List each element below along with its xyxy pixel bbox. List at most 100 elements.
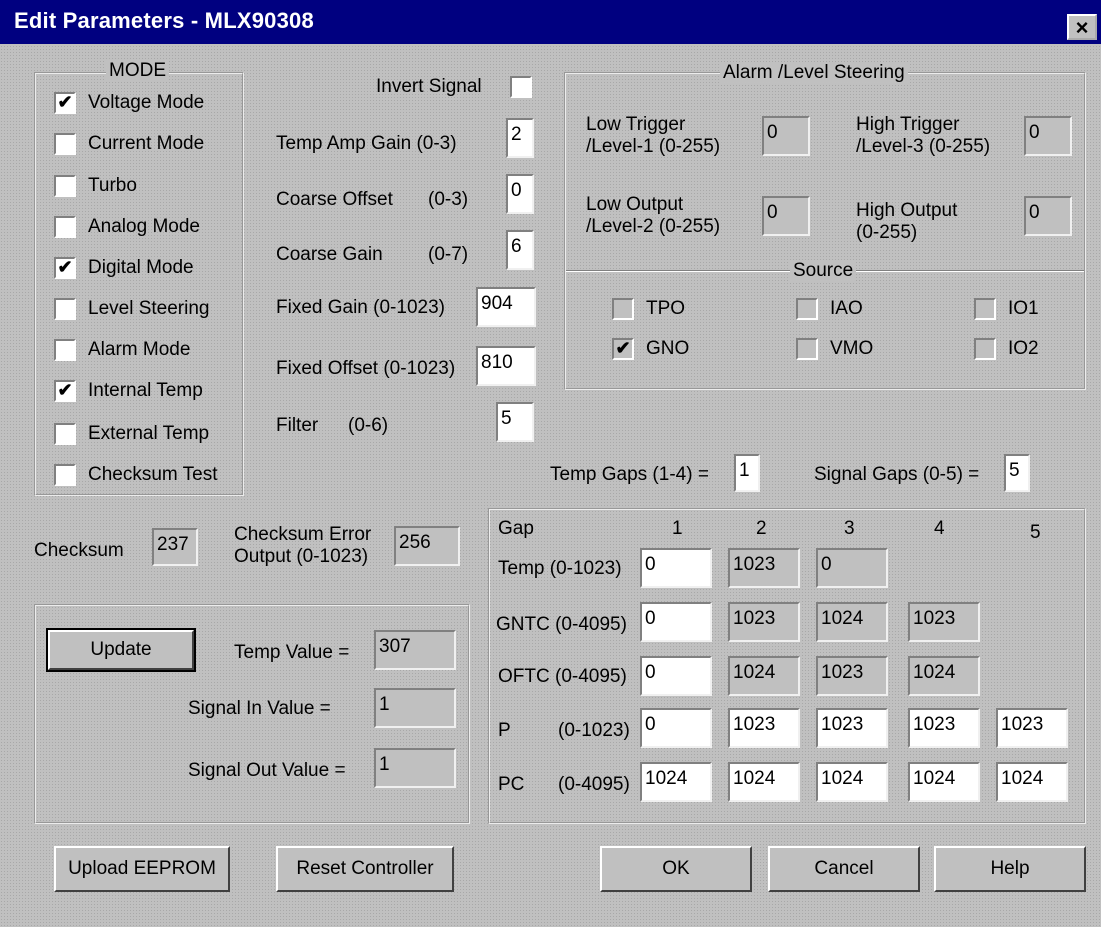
checksum-error-line2: Output (0-1023) <box>234 545 369 567</box>
pc-gap-1-field[interactable]: 1024 <box>640 762 712 802</box>
help-label: Help <box>990 858 1030 879</box>
invert-signal-checkbox[interactable] <box>510 76 532 98</box>
signal-gaps-field[interactable]: 5 <box>1004 454 1030 492</box>
turbo-label: Turbo <box>88 175 137 196</box>
gap-row-oftc-label: OFTC (0-4095) <box>498 666 627 687</box>
current-mode-label: Current Mode <box>88 133 205 154</box>
analog-mode-checkbox[interactable] <box>54 216 76 238</box>
gntc-gap-4-field[interactable]: 1023 <box>908 602 980 642</box>
source-io2-label: IO2 <box>1008 338 1039 359</box>
update-button[interactable]: Update <box>46 628 196 672</box>
voltage-mode-checkbox[interactable]: ✔ <box>54 92 76 114</box>
source-vmo-checkbox[interactable] <box>796 338 818 360</box>
gap-col-1: 1 <box>672 518 683 539</box>
high-trigger-line2: /Level-3 (0-255) <box>856 135 991 157</box>
gap-header: Gap <box>498 518 534 539</box>
gap-row-p-label: P <box>498 720 511 741</box>
oftc-gap-2-field[interactable]: 1024 <box>728 656 800 696</box>
signal-in-value-field: 1 <box>374 688 456 728</box>
invert-signal-label: Invert Signal <box>376 76 482 97</box>
turbo-checkbox[interactable] <box>54 175 76 197</box>
low-trigger-field[interactable]: 0 <box>762 116 810 156</box>
pc-gap-5-field[interactable]: 1024 <box>996 762 1068 802</box>
current-mode-checkbox[interactable] <box>54 133 76 155</box>
filter-field[interactable]: 5 <box>496 402 534 442</box>
p-gap-4-field[interactable]: 1023 <box>908 708 980 748</box>
high-output-line2: (0-255) <box>856 221 918 243</box>
checksum-error-output-field[interactable]: 256 <box>394 526 460 566</box>
low-trigger-label: Low Trigger /Level-1 (0-255) <box>586 114 720 158</box>
high-trigger-field[interactable]: 0 <box>1024 116 1072 156</box>
fixed-offset-label: Fixed Offset (0-1023) <box>276 358 456 379</box>
help-button[interactable]: Help <box>934 846 1086 892</box>
digital-mode-checkbox[interactable]: ✔ <box>54 257 76 279</box>
low-output-field[interactable]: 0 <box>762 196 810 236</box>
signal-gaps-label: Signal Gaps (0-5) = <box>814 464 980 485</box>
level-steering-checkbox[interactable] <box>54 298 76 320</box>
close-button[interactable]: × <box>1067 14 1097 40</box>
alarm-mode-label: Alarm Mode <box>88 339 191 360</box>
source-io1-checkbox[interactable] <box>974 298 996 320</box>
signal-in-value-label: Signal In Value = <box>188 698 331 719</box>
filter-label: Filter <box>276 415 319 436</box>
source-caption: Source <box>790 260 857 282</box>
source-tpo-checkbox[interactable] <box>612 298 634 320</box>
oftc-gap-1-field[interactable]: 0 <box>640 656 712 696</box>
oftc-gap-4-field[interactable]: 1024 <box>908 656 980 696</box>
source-iao-checkbox[interactable] <box>796 298 818 320</box>
gntc-gap-2-field[interactable]: 1023 <box>728 602 800 642</box>
low-output-label: Low Output /Level-2 (0-255) <box>586 194 720 238</box>
gntc-gap-1-field[interactable]: 0 <box>640 602 712 642</box>
pc-gap-2-field[interactable]: 1024 <box>728 762 800 802</box>
reset-controller-button[interactable]: Reset Controller <box>276 846 454 892</box>
internal-temp-checkbox[interactable]: ✔ <box>54 380 76 402</box>
pc-gap-3-field[interactable]: 1024 <box>816 762 888 802</box>
signal-out-value-label: Signal Out Value = <box>188 760 346 781</box>
high-output-field[interactable]: 0 <box>1024 196 1072 236</box>
cancel-button[interactable]: Cancel <box>768 846 920 892</box>
ok-button[interactable]: OK <box>600 846 752 892</box>
temp-gap-1-field[interactable]: 0 <box>640 548 712 588</box>
oftc-gap-3-field[interactable]: 1023 <box>816 656 888 696</box>
checksum-test-checkbox[interactable] <box>54 464 76 486</box>
temp-gaps-field[interactable]: 1 <box>734 454 760 492</box>
coarse-offset-field[interactable]: 0 <box>506 174 534 214</box>
temp-gap-3-field[interactable]: 0 <box>816 548 888 588</box>
low-output-line1: Low Output <box>586 194 684 215</box>
upload-eeprom-label: Upload EEPROM <box>68 858 216 879</box>
source-io2-checkbox[interactable] <box>974 338 996 360</box>
gap-col-2: 2 <box>756 518 767 539</box>
temp-amp-gain-label: Temp Amp Gain (0-3) <box>276 133 457 154</box>
high-output-label: High Output (0-255) <box>856 200 957 244</box>
p-gap-5-field[interactable]: 1023 <box>996 708 1068 748</box>
temp-amp-gain-field[interactable]: 2 <box>506 118 534 158</box>
checksum-error-line1: Checksum Error <box>234 524 372 545</box>
external-temp-checkbox[interactable] <box>54 423 76 445</box>
pc-gap-4-field[interactable]: 1024 <box>908 762 980 802</box>
window-title: Edit Parameters - MLX90308 <box>14 8 314 33</box>
temp-value-field: 307 <box>374 630 456 670</box>
high-trigger-label: High Trigger /Level-3 (0-255) <box>856 114 990 158</box>
high-trigger-line1: High Trigger <box>856 114 960 135</box>
coarse-offset-label: Coarse Offset <box>276 189 393 210</box>
fixed-offset-field[interactable]: 810 <box>476 346 536 386</box>
gntc-gap-3-field[interactable]: 1024 <box>816 602 888 642</box>
temp-gaps-label: Temp Gaps (1-4) = <box>550 464 709 485</box>
fixed-gain-field[interactable]: 904 <box>476 287 536 327</box>
upload-eeprom-button[interactable]: Upload EEPROM <box>54 846 230 892</box>
p-gap-2-field[interactable]: 1023 <box>728 708 800 748</box>
gap-row-p-range: (0-1023) <box>558 720 630 741</box>
p-gap-3-field[interactable]: 1023 <box>816 708 888 748</box>
p-gap-1-field[interactable]: 0 <box>640 708 712 748</box>
source-gno-checkbox[interactable]: ✔ <box>612 338 634 360</box>
edit-parameters-dialog: Edit Parameters - MLX90308 × MODE ✔ Volt… <box>0 0 1101 927</box>
high-output-line1: High Output <box>856 200 958 221</box>
level-steering-label: Level Steering <box>88 298 210 319</box>
voltage-mode-label: Voltage Mode <box>88 92 205 113</box>
cancel-label: Cancel <box>814 858 874 879</box>
alarm-mode-checkbox[interactable] <box>54 339 76 361</box>
coarse-gain-field[interactable]: 6 <box>506 230 534 270</box>
temp-gap-2-field[interactable]: 1023 <box>728 548 800 588</box>
update-button-label: Update <box>90 639 152 660</box>
gap-row-gntc-label: GNTC (0-4095) <box>496 614 627 635</box>
